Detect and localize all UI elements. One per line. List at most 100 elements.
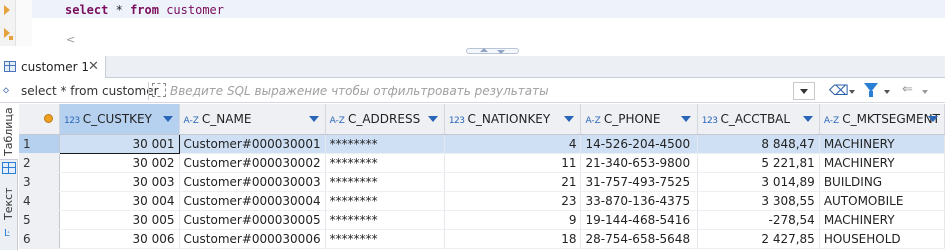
cell-custkey[interactable]: 30 003 <box>59 172 180 192</box>
grid-corner[interactable] <box>19 104 60 135</box>
cell-name[interactable]: Customer#000030004 <box>179 191 326 211</box>
cell-custkey[interactable]: 30 005 <box>59 210 180 230</box>
numeric-type-icon: 123 <box>448 115 465 126</box>
chevron-down-icon[interactable] <box>884 90 890 94</box>
row-number[interactable]: 3 <box>19 172 60 192</box>
column-header-label: C_PHONE <box>603 111 661 126</box>
row-number[interactable]: 4 <box>19 191 60 211</box>
record-indicator-icon <box>44 113 53 123</box>
column-header-c-custkey[interactable]: 123 C_CUSTKEY <box>59 104 180 135</box>
tab-text-label: Текст <box>2 187 15 220</box>
cell-phone[interactable]: 21-340-653-9800 <box>580 153 698 173</box>
execute-script-icon[interactable] <box>4 28 13 40</box>
execute-statement-icon[interactable] <box>4 5 10 15</box>
text-view-icon[interactable]: Ŀ <box>4 228 10 239</box>
cell-mktsegment[interactable]: BUILDING <box>819 172 945 192</box>
table-row[interactable]: 2 30 002 Customer#000030002 ******** 11 21-34… <box>19 153 945 173</box>
cell-name[interactable]: Customer#000030006 <box>179 229 326 249</box>
cell-nationkey[interactable]: 9 <box>444 210 582 230</box>
table-grid-icon <box>4 61 16 72</box>
close-icon[interactable]: ✕ <box>88 59 99 74</box>
row-number[interactable]: 2 <box>19 153 60 173</box>
table-row[interactable]: 4 30 004 Customer#000030004 ******** 23 33-87… <box>19 191 945 211</box>
cell-nationkey[interactable]: 18 <box>444 229 582 249</box>
cell-custkey[interactable]: 30 006 <box>59 229 180 249</box>
tab-customer-1[interactable]: customer 1 ✕ <box>0 56 106 78</box>
row-number[interactable]: 6 <box>19 229 60 249</box>
sort-arrow-icon[interactable] <box>928 116 938 122</box>
chevron-down-icon[interactable] <box>849 90 855 94</box>
table-row[interactable]: 6 30 006 Customer#000030006 ******** 18 28-75… <box>19 229 945 249</box>
cell-custkey[interactable]: 30 004 <box>59 191 180 211</box>
table-row[interactable]: 3 30 003 Customer#000030003 ******** 21 31-75… <box>19 172 945 192</box>
cell-mktsegment[interactable]: HOUSEHOLD <box>819 229 945 249</box>
filter-input[interactable] <box>170 81 790 101</box>
cell-name[interactable]: Customer#000030001 <box>179 134 326 154</box>
cell-mktsegment[interactable]: MACHINERY <box>819 210 945 230</box>
query-text: select * from customer <box>21 84 159 98</box>
row-number[interactable]: 1 <box>19 134 60 154</box>
cell-phone[interactable]: 28-754-658-5648 <box>580 229 698 249</box>
cell-phone[interactable]: 33-870-136-4375 <box>580 191 698 211</box>
cell-nationkey[interactable]: 4 <box>444 134 582 154</box>
back-arrow-icon[interactable]: ⇐ <box>902 82 913 97</box>
sort-arrow-icon[interactable] <box>680 116 691 122</box>
tab-text-view[interactable]: Текст <box>0 178 18 228</box>
cell-nationkey[interactable]: 23 <box>444 191 582 211</box>
cell-acctbal[interactable]: -278,54 <box>697 210 820 230</box>
cell-acctbal[interactable]: 3 308,55 <box>697 191 820 211</box>
cell-address[interactable]: ******** <box>325 210 445 230</box>
sort-arrow-icon[interactable] <box>308 116 319 122</box>
sort-arrow-icon[interactable] <box>564 116 575 122</box>
column-header-c-mktsegment[interactable]: A-Z C_MKTSEGMENT <box>819 104 945 135</box>
sql-code-line[interactable]: select * from customer <box>65 3 224 17</box>
eraser-icon[interactable]: ⌫ <box>829 83 849 99</box>
cell-phone[interactable]: 31-757-493-7525 <box>580 172 698 192</box>
sql-query-icon: ◇ <box>3 85 10 96</box>
sort-arrow-icon[interactable] <box>427 116 438 122</box>
table-row[interactable]: 5 30 005 Customer#000030005 ******** 9 19-144… <box>19 210 945 230</box>
cell-name[interactable]: Customer#000030003 <box>179 172 326 192</box>
numeric-type-icon: 123 <box>64 115 80 126</box>
cell-acctbal[interactable]: 8 848,47 <box>697 134 820 154</box>
column-header-c-phone[interactable]: A-Z C_PHONE <box>580 104 698 135</box>
cell-mktsegment[interactable]: MACHINERY <box>819 153 945 173</box>
filter-funnel-icon[interactable] <box>864 83 878 97</box>
filter-history-dropdown[interactable] <box>793 82 815 100</box>
cell-name[interactable]: Customer#000030005 <box>179 210 326 230</box>
grid-view-icon[interactable] <box>2 162 16 174</box>
cell-mktsegment[interactable]: AUTOMOBILE <box>819 191 945 211</box>
column-header-c-name[interactable]: A-Z C_NAME <box>179 104 326 135</box>
cell-mktsegment[interactable]: MACHINERY <box>819 134 945 154</box>
splitter-toggle-button[interactable] <box>466 48 519 54</box>
cell-name[interactable]: Customer#000030002 <box>179 153 326 173</box>
scroll-left-button[interactable]: < <box>66 33 75 46</box>
sort-arrow-icon[interactable] <box>162 116 173 122</box>
sql-editor[interactable]: select * from customer < <box>0 0 945 46</box>
chevron-down-icon[interactable] <box>922 90 928 94</box>
row-number[interactable]: 5 <box>19 210 60 230</box>
cell-address[interactable]: ******** <box>325 134 445 154</box>
tab-table-view[interactable]: Таблица <box>0 104 18 160</box>
cell-custkey[interactable]: 30 002 <box>59 153 180 173</box>
cell-nationkey[interactable]: 11 <box>444 153 582 173</box>
cell-address[interactable]: ******** <box>325 229 445 249</box>
column-header-c-acctbal[interactable]: 123 C_ACCTBAL <box>697 104 820 135</box>
column-header-c-nationkey[interactable]: 123 C_NATIONKEY <box>444 104 582 135</box>
sort-arrow-icon[interactable] <box>802 116 813 122</box>
cell-phone[interactable]: 14-526-204-4500 <box>580 134 698 154</box>
cell-address[interactable]: ******** <box>325 172 445 192</box>
cell-acctbal[interactable]: 2 427,85 <box>697 229 820 249</box>
column-header-c-address[interactable]: A-Z C_ADDRESS <box>325 104 445 135</box>
cell-custkey[interactable]: 30 001 <box>59 133 180 154</box>
result-grid[interactable]: 123 C_CUSTKEY A-Z C_NAME A-Z C_ADDRESS 123 C_NA… <box>19 104 945 250</box>
cell-address[interactable]: ******** <box>325 191 445 211</box>
cell-address[interactable]: ******** <box>325 153 445 173</box>
cell-nationkey[interactable]: 21 <box>444 172 582 192</box>
column-header-label: C_ACCTBAL <box>720 111 791 126</box>
filter-expression-icon[interactable] <box>152 83 166 97</box>
cell-acctbal[interactable]: 3 014,89 <box>697 172 820 192</box>
cell-phone[interactable]: 19-144-468-5416 <box>580 210 698 230</box>
cell-acctbal[interactable]: 5 221,81 <box>697 153 820 173</box>
table-row[interactable]: 1 30 001 Customer#000030001 ******** 4 14-526… <box>19 133 945 154</box>
